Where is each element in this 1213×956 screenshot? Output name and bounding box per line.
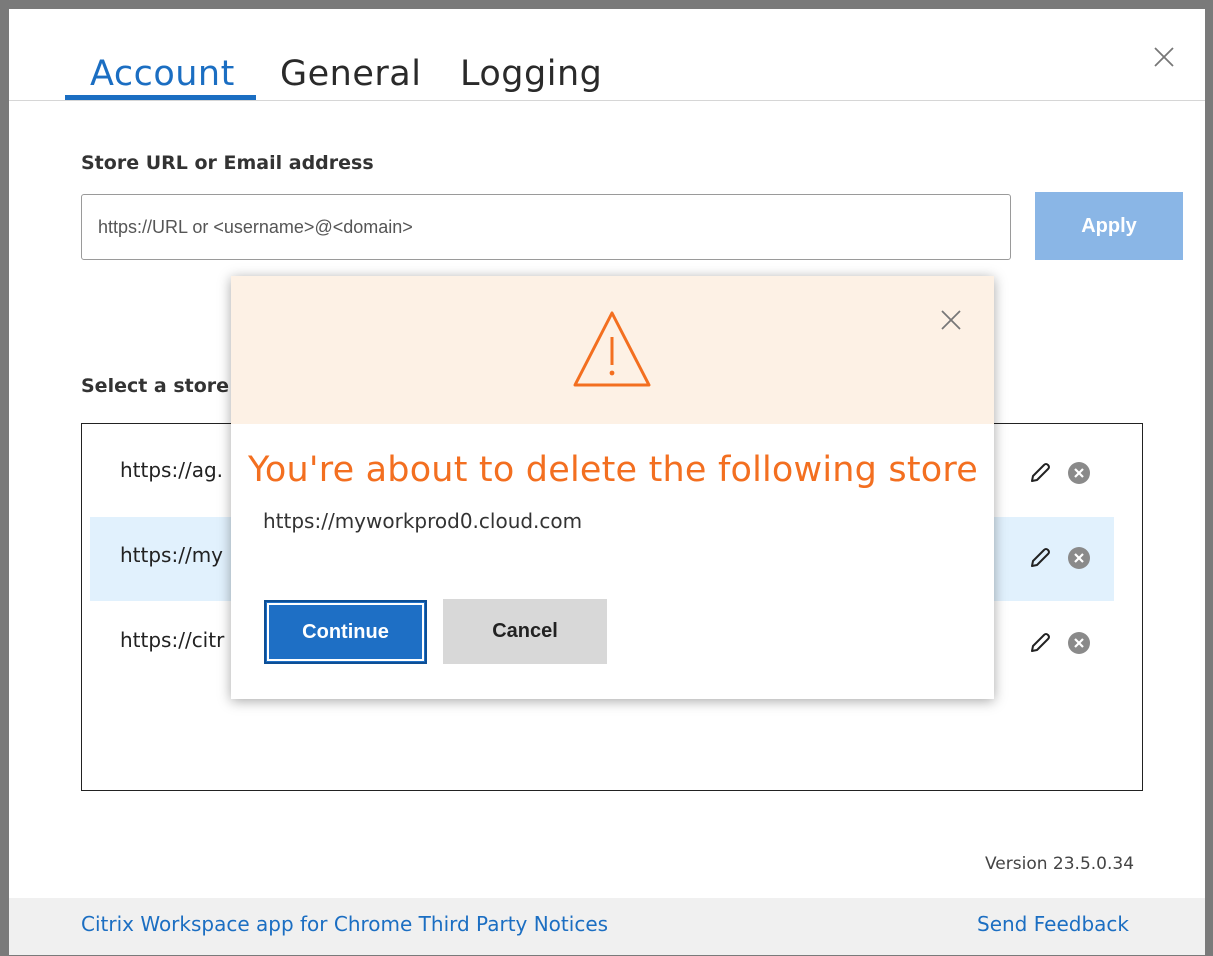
close-icon[interactable] bbox=[1149, 42, 1179, 72]
tab-general[interactable]: General bbox=[280, 54, 421, 94]
cancel-button[interactable]: Cancel bbox=[443, 599, 607, 664]
continue-button[interactable]: Continue bbox=[264, 600, 427, 664]
dialog-title: You're about to delete the following sto… bbox=[248, 450, 978, 490]
pencil-icon[interactable] bbox=[1028, 461, 1052, 485]
tab-account[interactable]: Account bbox=[90, 54, 235, 94]
warning-icon bbox=[573, 311, 651, 387]
remove-circle-icon[interactable] bbox=[1067, 631, 1091, 655]
dialog-store-url: https://myworkprod0.cloud.com bbox=[263, 509, 583, 533]
apply-button[interactable]: Apply bbox=[1035, 192, 1183, 260]
close-icon[interactable] bbox=[939, 308, 963, 332]
footer: Citrix Workspace app for Chrome Third Pa… bbox=[9, 898, 1205, 955]
select-store-label: Select a store bbox=[81, 375, 230, 397]
dialog-header bbox=[231, 276, 994, 424]
pencil-icon[interactable] bbox=[1028, 631, 1052, 655]
store-url-label: Store URL or Email address bbox=[81, 152, 374, 174]
remove-circle-icon[interactable] bbox=[1067, 546, 1091, 570]
remove-circle-icon[interactable] bbox=[1067, 461, 1091, 485]
store-url-text: https://citr bbox=[120, 628, 225, 652]
third-party-notices-link[interactable]: Citrix Workspace app for Chrome Third Pa… bbox=[81, 912, 608, 936]
tab-logging[interactable]: Logging bbox=[460, 54, 602, 94]
pencil-icon[interactable] bbox=[1028, 546, 1052, 570]
store-url-text: https://my bbox=[120, 543, 224, 567]
active-tab-indicator bbox=[65, 95, 256, 100]
version-text: Version 23.5.0.34 bbox=[985, 854, 1135, 874]
send-feedback-link[interactable]: Send Feedback bbox=[977, 912, 1129, 936]
delete-store-dialog: You're about to delete the following sto… bbox=[231, 276, 994, 699]
store-url-text: https://ag. bbox=[120, 458, 223, 482]
tab-bar: Account General Logging bbox=[9, 9, 1205, 101]
store-url-input[interactable] bbox=[81, 194, 1011, 260]
